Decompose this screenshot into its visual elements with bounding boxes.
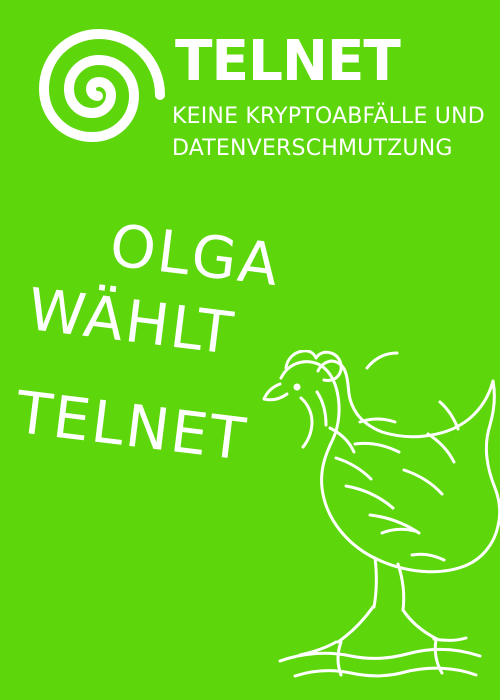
headline-line-3: TELNET xyxy=(12,378,251,474)
poster: TELNET KEINE KRYPTOABFÄLLE UND DATENVERS… xyxy=(0,0,500,700)
tagline-line-2: DATENVERSCHMUTZUNG xyxy=(172,135,453,161)
tagline-line-1: KEINE KRYPTOABFÄLLE UND xyxy=(172,104,485,129)
brand-title: TELNET xyxy=(175,29,401,94)
chicken-icon xyxy=(262,350,500,678)
spiral-logo-icon xyxy=(39,29,165,142)
tagline: KEINE KRYPTOABFÄLLE UND DATENVERSCHMUTZU… xyxy=(172,101,485,165)
headline-line-2: WÄHLT xyxy=(24,275,239,368)
headline-line-1: OLGA xyxy=(106,211,284,300)
